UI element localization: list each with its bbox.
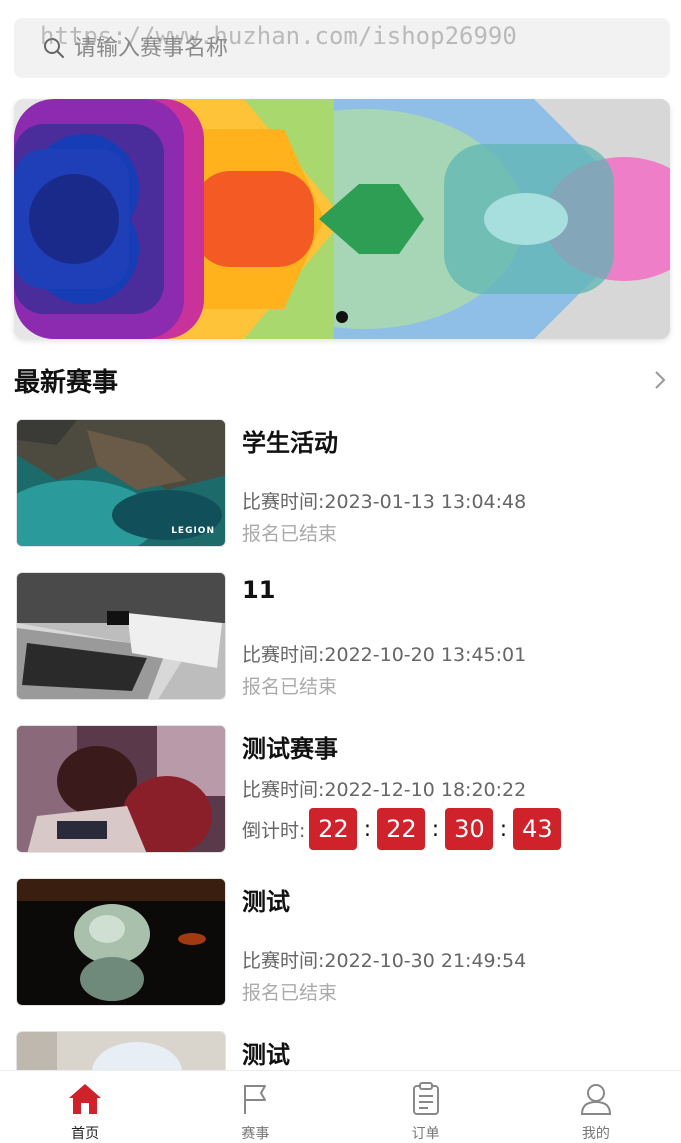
event-title: 测试 — [242, 1041, 290, 1069]
event-item[interactable]: 测试赛事 比赛时间:2022-12-10 18:20:22 倒计时: 22 : … — [14, 725, 670, 857]
event-thumbnail — [16, 1031, 226, 1070]
tab-label: 订单 — [411, 1126, 440, 1142]
event-status: 报名已结束 — [242, 676, 338, 698]
event-thumbnail: LEGION — [16, 419, 226, 547]
countdown-separator: : — [363, 816, 372, 842]
search-icon — [44, 38, 64, 58]
chevron-right-icon[interactable] — [650, 366, 670, 394]
countdown-label: 倒计时: — [242, 819, 306, 842]
tab-label: 我的 — [581, 1126, 610, 1142]
event-item[interactable]: 测试 比赛时间:2022-10-30 21:49:54 报名已结束 — [14, 878, 670, 1010]
event-title: 11 — [242, 576, 276, 604]
bottom-tab-bar: 首页 赛事 订单 我的 — [0, 1070, 681, 1143]
carousel-indicator-dot[interactable] — [336, 311, 348, 323]
search-bar[interactable] — [14, 18, 670, 78]
event-thumbnail — [16, 725, 226, 853]
search-input[interactable] — [74, 35, 494, 61]
event-title: 测试 — [242, 888, 290, 916]
event-time: 比赛时间:2023-01-13 13:04:48 — [242, 491, 527, 513]
tab-home[interactable]: 首页 — [0, 1071, 170, 1143]
user-icon — [580, 1084, 611, 1115]
event-title: 学生活动 — [242, 429, 338, 457]
countdown-separator: : — [499, 816, 508, 842]
tab-label: 首页 — [71, 1126, 100, 1142]
clipboard-icon — [412, 1082, 439, 1115]
tab-profile[interactable]: 我的 — [511, 1071, 681, 1143]
latest-events-header[interactable]: 最新赛事 — [14, 360, 670, 400]
event-status: 报名已结束 — [242, 982, 338, 1004]
flag-icon — [244, 1085, 267, 1114]
banner-carousel[interactable] — [14, 99, 670, 339]
event-time: 比赛时间:2022-10-20 13:45:01 — [242, 644, 527, 666]
thumbnail-logo: LEGION — [171, 526, 215, 536]
event-thumbnail — [16, 878, 226, 1006]
event-item[interactable]: 测试 — [14, 1031, 670, 1070]
event-title: 测试赛事 — [242, 735, 338, 763]
event-status: 报名已结束 — [242, 523, 338, 545]
countdown-separator: : — [431, 816, 440, 842]
event-item[interactable]: 11 比赛时间:2022-10-20 13:45:01 报名已结束 — [14, 572, 670, 704]
event-time: 比赛时间:2022-10-30 21:49:54 — [242, 950, 527, 972]
banner-image — [14, 99, 670, 339]
tab-events[interactable]: 赛事 — [170, 1071, 340, 1143]
countdown-days: 22 — [309, 808, 358, 850]
home-icon — [69, 1084, 102, 1114]
event-item[interactable]: LEGION 学生活动 比赛时间:2023-01-13 13:04:48 报名已… — [14, 419, 670, 551]
tab-label: 赛事 — [241, 1126, 270, 1142]
countdown-minutes: 30 — [445, 808, 494, 850]
event-thumbnail — [16, 572, 226, 700]
tab-orders[interactable]: 订单 — [341, 1071, 511, 1143]
countdown-timer: 倒计时: 22 : 22 : 30 : 43 — [242, 808, 562, 850]
countdown-hours: 22 — [377, 808, 426, 850]
event-time: 比赛时间:2022-12-10 18:20:22 — [242, 779, 527, 801]
section-title: 最新赛事 — [14, 367, 119, 398]
countdown-seconds: 43 — [513, 808, 562, 850]
